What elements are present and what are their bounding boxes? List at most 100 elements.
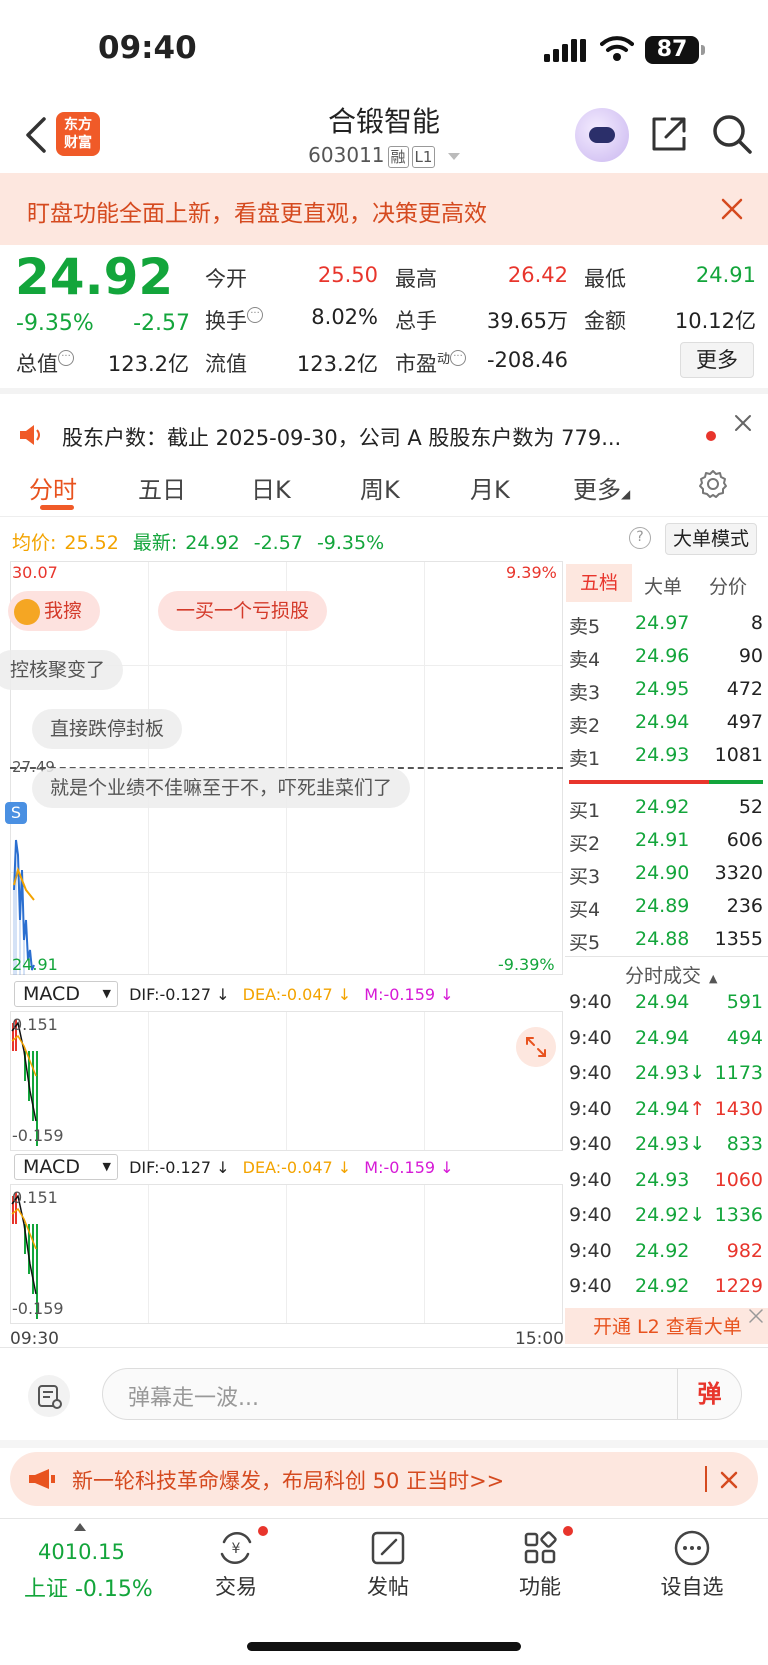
more-button[interactable]: 更多 xyxy=(680,342,754,378)
bid-volume: 606 xyxy=(726,829,763,851)
macd-chart[interactable] xyxy=(10,1184,563,1324)
share-icon[interactable] xyxy=(650,115,688,153)
ask-row[interactable]: 卖5 24.97 8 xyxy=(569,612,763,642)
ask-label: 卖2 xyxy=(569,715,601,737)
trade-icon[interactable]: ¥ xyxy=(216,1528,256,1568)
caret-icon: ◢ xyxy=(621,487,631,501)
notice-text[interactable]: 股东户数：截止 2025-09-30，公司 A 股股东户数为 779... xyxy=(62,422,621,452)
divider xyxy=(705,1466,707,1492)
tab-five-level[interactable]: 五档 xyxy=(566,564,632,602)
ask-volume: 497 xyxy=(726,711,763,733)
close-icon[interactable] xyxy=(719,1470,739,1490)
ask-row[interactable]: 卖3 24.95 472 xyxy=(569,678,763,708)
trade-direction-arrow: ↓ xyxy=(689,1204,706,1226)
chart-max-price: 30.07 xyxy=(12,563,58,582)
danmu-bubble[interactable]: 一买一个亏损股 xyxy=(158,591,328,631)
nav-post[interactable]: 发帖 xyxy=(343,1571,433,1601)
tab-more[interactable]: 更多◢ xyxy=(573,470,630,505)
expand-icon[interactable] xyxy=(516,1027,556,1067)
macd-header: MACD ▼ DIF:-0.127 ↓ DEA:-0.047 ↓ M:-0.159… xyxy=(14,981,454,1007)
trade-price: 24.93↓ xyxy=(635,1133,705,1155)
info-icon: ··· xyxy=(247,307,263,323)
divider xyxy=(0,516,768,517)
big-order-mode-button[interactable]: 大单模式 xyxy=(665,523,757,555)
danmu-bubble[interactable]: 就是个业绩不佳嘛至于不，吓死韭菜们了 xyxy=(32,768,411,808)
index-label[interactable]: 上证 -0.15% xyxy=(24,1571,153,1603)
speaker-icon xyxy=(20,425,40,445)
close-icon[interactable] xyxy=(733,413,753,433)
time-axis-end: 15:00 xyxy=(515,1329,564,1349)
danmu-bubble[interactable]: 直接跌停封板 xyxy=(32,709,183,749)
help-icon[interactable]: ? xyxy=(629,527,651,549)
trade-row[interactable]: 9:40 24.93↓ 833 xyxy=(569,1133,763,1163)
bid-row[interactable]: 买4 24.89 236 xyxy=(569,895,763,925)
trade-volume: 494 xyxy=(726,1026,763,1049)
nav-add-watchlist[interactable]: 设自选 xyxy=(647,1571,737,1601)
tab-weekly-k[interactable]: 周K xyxy=(360,470,400,505)
turnover-label[interactable]: 换手 ··· xyxy=(205,305,263,335)
low-value: 24.91 xyxy=(695,263,756,287)
tab-daily-k[interactable]: 日K xyxy=(251,470,291,505)
macd-m-value: M:-0.159 xyxy=(364,1158,436,1177)
pe-label[interactable]: 市盈动 ··· xyxy=(395,348,467,378)
ask-row[interactable]: 卖2 24.94 497 xyxy=(569,711,763,741)
down-arrow-icon: ↓ xyxy=(211,985,235,1004)
trade-row[interactable]: 9:40 24.93 1060 xyxy=(569,1169,763,1199)
tab-price-distribution[interactable]: 分价 xyxy=(709,572,747,599)
time-trades-header[interactable]: 分时成交 ▲ xyxy=(625,961,717,988)
trade-row[interactable]: 9:40 24.92 1229 xyxy=(569,1275,763,1305)
trade-volume: 1173 xyxy=(714,1062,763,1084)
signal-badge[interactable]: S xyxy=(5,802,27,824)
edit-post-icon[interactable] xyxy=(368,1528,408,1568)
float-value: 123.2亿 xyxy=(296,352,378,376)
trade-row[interactable]: 9:40 24.93↓ 1173 xyxy=(569,1062,763,1092)
high-label: 最高 xyxy=(395,267,437,291)
bid-row[interactable]: 买3 24.90 3320 xyxy=(569,862,763,892)
functions-grid-icon[interactable] xyxy=(520,1528,560,1568)
bid-volume: 236 xyxy=(726,895,763,917)
divider xyxy=(0,1347,768,1348)
gear-icon[interactable] xyxy=(698,469,728,499)
close-icon[interactable] xyxy=(748,1308,764,1324)
ask-row[interactable]: 卖1 24.93 1081 xyxy=(569,744,763,774)
trade-row[interactable]: 9:40 24.94↑ 1430 xyxy=(569,1098,763,1128)
nav-functions[interactable]: 功能 xyxy=(495,1571,585,1601)
tab-big-orders[interactable]: 大单 xyxy=(644,572,682,599)
tab-intraday[interactable]: 分时 xyxy=(29,470,77,505)
index-value[interactable]: 4010.15 xyxy=(38,1540,125,1564)
tab-five-day[interactable]: 五日 xyxy=(138,470,186,505)
ask-row[interactable]: 卖4 24.96 90 xyxy=(569,645,763,675)
trade-row[interactable]: 9:40 24.92↓ 1336 xyxy=(569,1204,763,1234)
caret-up-icon xyxy=(74,1523,86,1531)
trade-row[interactable]: 9:40 24.94 591 xyxy=(569,991,763,1021)
close-icon[interactable] xyxy=(719,196,745,222)
bid-row[interactable]: 买5 24.88 1355 xyxy=(569,928,763,958)
trade-row[interactable]: 9:40 24.92 982 xyxy=(569,1240,763,1270)
tab-more-label: 更多 xyxy=(573,476,621,504)
time-axis-start: 09:30 xyxy=(10,1329,59,1349)
nav-trade[interactable]: 交易 xyxy=(191,1571,281,1601)
volume-label: 总手 xyxy=(395,309,437,333)
bid-row[interactable]: 买1 24.92 52 xyxy=(569,796,763,826)
indicator-select[interactable]: MACD ▼ xyxy=(14,1154,118,1180)
bid-label: 买4 xyxy=(569,899,601,921)
trade-price: 24.92 xyxy=(635,1275,689,1297)
danmu-bubble[interactable]: 控核聚变了 xyxy=(0,650,124,690)
ask-price: 24.94 xyxy=(635,711,690,733)
danmu-bubble[interactable]: 我擦 xyxy=(8,591,101,631)
dif-value: DIF:-0.127 xyxy=(129,1158,212,1177)
macd-chart[interactable] xyxy=(10,1011,563,1151)
danmu-toggle-button[interactable]: 弹 xyxy=(677,1369,741,1419)
float-label: 流值 xyxy=(205,352,247,376)
bid-row[interactable]: 买2 24.91 606 xyxy=(569,829,763,859)
more-dots-icon[interactable] xyxy=(672,1528,712,1568)
bid-price: 24.91 xyxy=(635,829,690,851)
mktcap-label[interactable]: 总值 ··· xyxy=(16,348,74,378)
search-icon[interactable] xyxy=(711,113,753,155)
trade-row[interactable]: 9:40 24.94 494 xyxy=(569,1027,763,1057)
indicator-select[interactable]: MACD ▼ xyxy=(14,981,118,1007)
trade-time: 9:40 xyxy=(569,1026,612,1049)
ask-price: 24.95 xyxy=(635,678,690,700)
tab-monthly-k[interactable]: 月K xyxy=(470,470,510,505)
note-settings-icon[interactable] xyxy=(27,1374,71,1418)
